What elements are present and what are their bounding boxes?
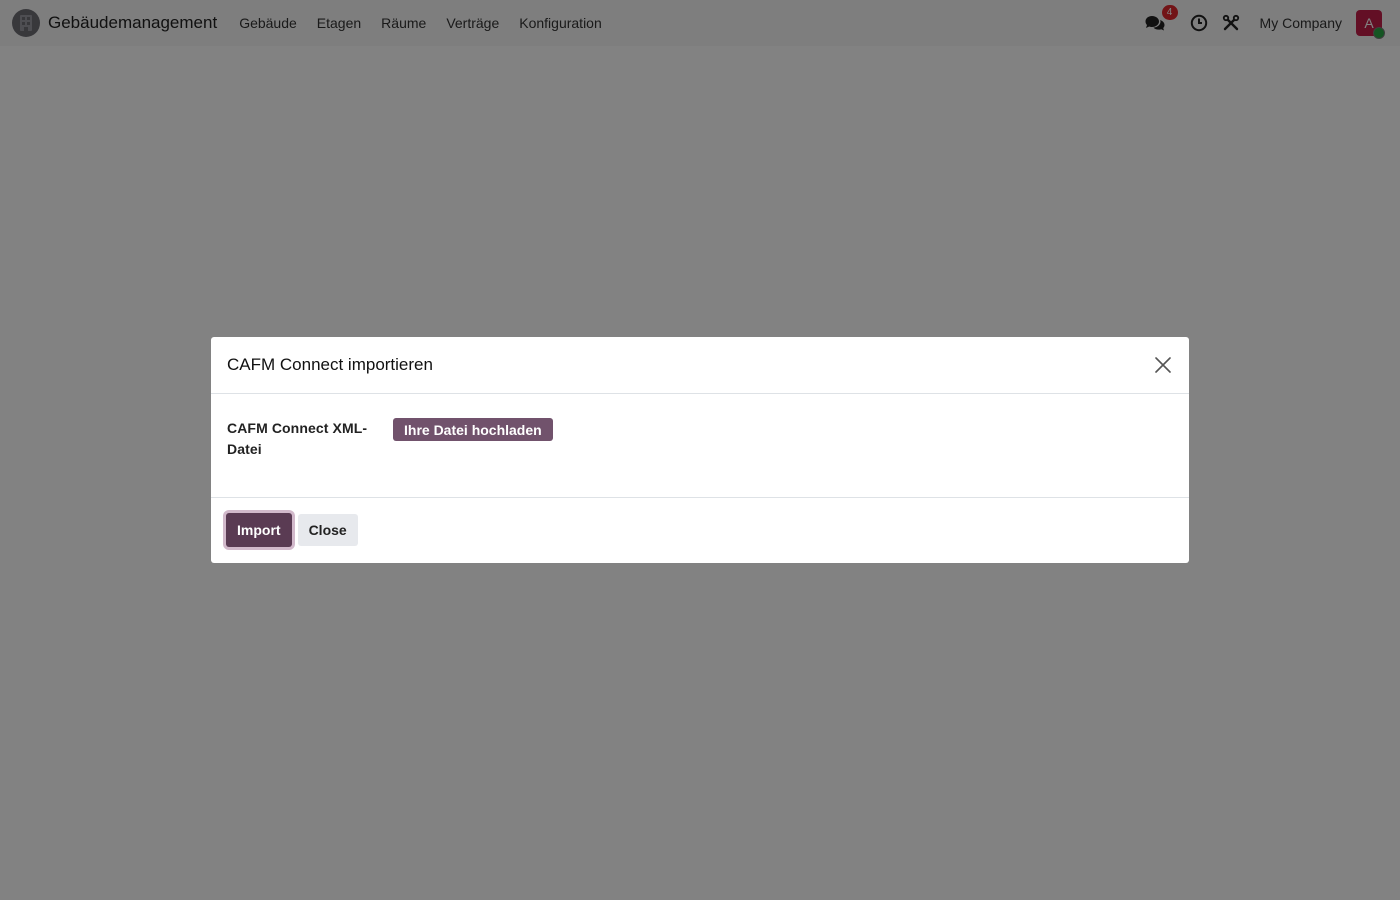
upload-file-button[interactable]: Ihre Datei hochladen bbox=[393, 418, 553, 441]
close-button[interactable]: Close bbox=[297, 514, 358, 546]
dialog-header: CAFM Connect importieren bbox=[211, 337, 1189, 394]
close-icon[interactable] bbox=[1153, 355, 1173, 375]
xml-file-label: CAFM Connect XML-Datei bbox=[227, 420, 368, 457]
import-dialog: CAFM Connect importieren CAFM Connect XM… bbox=[211, 337, 1189, 563]
dialog-footer: Import Close bbox=[211, 498, 1189, 562]
dialog-body: CAFM Connect XML-Datei Ihre Datei hochla… bbox=[211, 394, 1189, 498]
import-button[interactable]: Import bbox=[226, 513, 292, 547]
dialog-title: CAFM Connect importieren bbox=[227, 355, 433, 374]
